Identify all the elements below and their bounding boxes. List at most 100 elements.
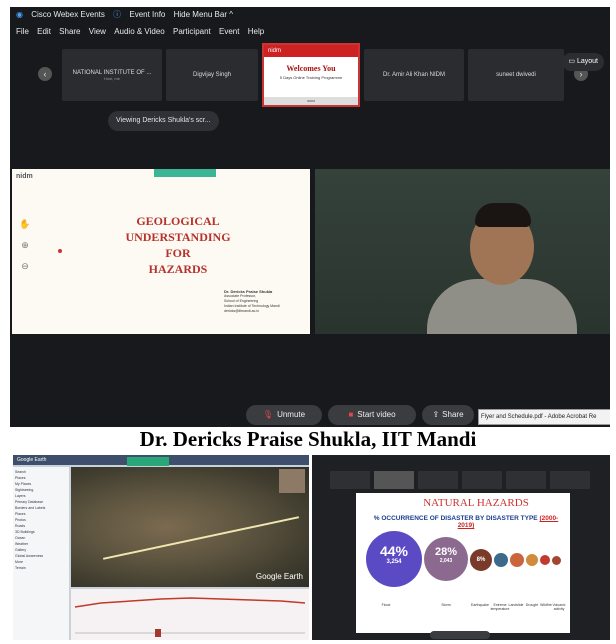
slide-toolbar: ✋ ⊕ ⊖ (12, 209, 38, 299)
elevation-profile (71, 589, 309, 640)
menu-event[interactable]: Event (219, 27, 239, 36)
participant-thumbnail-strip-small (312, 469, 610, 491)
slide-title-line: FOR (165, 246, 191, 260)
taskbar-tooltip: Flyer and Schedule.pdf - Adobe Acrobat R… (478, 409, 610, 425)
slide-title-line: GEOLOGICAL (136, 214, 220, 228)
welcome-slide-tile[interactable]: nidm Welcomes You 5 Days Online Training… (262, 43, 360, 107)
google-earth-screen: Google Earth Search Places My Places Sig… (13, 455, 309, 640)
participant-tile[interactable] (374, 471, 414, 489)
flood-percent: 44% (379, 543, 409, 559)
webex-meeting-window: ◉ Cisco Webex Events ⓘ Event Info Hide M… (10, 7, 610, 427)
share-label: Share (442, 410, 464, 419)
participant-tile-digvijay[interactable]: Digvijay Singh (166, 49, 258, 101)
layout-label: Layout (576, 58, 598, 65)
slide-title-line: HAZARDS (148, 262, 208, 276)
shared-slide: nidm ✋ ⊕ ⊖ GEOLOGICAL UNDERSTANDING FOR … (12, 169, 310, 334)
sidebar-line[interactable]: Terrain (15, 565, 67, 571)
participant-name: suneet dwivedi (496, 72, 536, 78)
storm-count: 2,043 (439, 558, 453, 564)
slide-author-block: Dr. Dericks Praise Shukla Associate Prof… (224, 289, 304, 314)
participant-name: Dr. Amir Ali Khan NIDM (382, 72, 445, 78)
speaker-video (315, 169, 610, 334)
meeting-controls-small[interactable] (430, 631, 490, 639)
presenter-camera-thumb (279, 469, 305, 493)
title-item-event-info[interactable]: Event Info (129, 10, 165, 19)
viewing-share-banner[interactable]: Viewing Dericks Shukla's scr... (108, 111, 219, 131)
flood-bubble: 44% 3,254 (366, 531, 422, 587)
unmute-button[interactable]: 🎙 Unmute (246, 405, 322, 425)
start-video-label: Start video (357, 410, 396, 419)
participant-tile[interactable] (330, 471, 370, 489)
zoom-out-icon[interactable]: ⊖ (12, 261, 38, 272)
hazard-label: Earthquake (471, 603, 489, 607)
welcome-subtitle: 5 Days Online Training Programme (279, 75, 343, 80)
temperature-bubble (494, 553, 508, 567)
layout-icon: ▭ (568, 58, 576, 65)
slide-logo: nidm (16, 173, 33, 180)
webex-logo-icon: ◉ (16, 10, 23, 19)
speaker-hair (475, 203, 531, 227)
title-bar: ◉ Cisco Webex Events ⓘ Event Info Hide M… (10, 7, 610, 23)
hazards-slide-title: NATURAL HAZARDS (423, 497, 529, 509)
earthquake-bubble: 8% (470, 549, 492, 571)
start-video-button[interactable]: ■ Start video (328, 405, 416, 425)
participant-tile[interactable] (462, 471, 502, 489)
hazard-label: Flood (381, 603, 391, 607)
hazard-label: Volcanic activity (552, 603, 566, 611)
google-earth-sidebar: Search Places My Places Sightseeing Laye… (13, 467, 69, 640)
info-icon: ⓘ (113, 10, 122, 19)
hazards-subtitle-text: % OCCURRENCE OF DISASTER BY DISASTER TYP… (373, 515, 538, 522)
menu-bar: File Edit Share View Audio & Video Parti… (10, 25, 610, 39)
menu-share[interactable]: Share (59, 27, 80, 36)
slide-header-chip (154, 169, 216, 177)
hazard-label: Storm (441, 603, 451, 607)
layout-button[interactable]: ▭ Layout (562, 53, 604, 71)
hazards-slide: NATURAL HAZARDS % OCCURRENCE OF DISASTER… (356, 493, 570, 633)
participant-name: Digvijay Singh (192, 72, 232, 78)
menu-participant[interactable]: Participant (173, 27, 211, 36)
speaker-body (427, 279, 577, 334)
flood-count: 3,254 (386, 559, 402, 565)
meeting-controls: 🎙 Unmute ■ Start video ⇪ Share Flyer and Sc… (10, 405, 610, 427)
slide-title-line: UNDERSTANDING (125, 230, 231, 244)
welcome-logo: nidm (264, 45, 358, 57)
menu-audio-video[interactable]: Audio & Video (114, 27, 165, 36)
presenter-chip (127, 457, 169, 466)
pointer-dot (58, 249, 62, 253)
welcome-title: Welcomes You (286, 64, 336, 73)
hand-icon[interactable]: ✋ (12, 219, 38, 230)
participant-tile-amir[interactable]: Dr. Amir Ali Khan NIDM (364, 49, 464, 101)
zoom-in-icon[interactable]: ⊕ (12, 240, 38, 251)
title-item-hide-menu[interactable]: Hide Menu Bar ^ (174, 10, 233, 19)
share-icon: ⇪ (432, 410, 440, 419)
natural-hazards-screen: NATURAL HAZARDS % OCCURRENCE OF DISASTER… (312, 455, 610, 640)
map-route (102, 516, 300, 560)
mic-off-icon: 🎙 (262, 410, 274, 419)
terrain-map[interactable]: Google Earth (71, 467, 309, 587)
slide-title: GEOLOGICAL UNDERSTANDING FOR HAZARDS (108, 213, 248, 277)
participant-role: Host, me (103, 75, 120, 81)
google-earth-watermark: Google Earth (255, 572, 303, 581)
menu-edit[interactable]: Edit (37, 27, 51, 36)
hazards-slide-subtitle: % OCCURRENCE OF DISASTER BY DISASTER TYP… (366, 515, 566, 529)
unmute-label: Unmute (277, 410, 306, 419)
drought-bubble (526, 554, 538, 566)
menu-file[interactable]: File (16, 27, 29, 36)
author-line: dericks@iitmandi.ac.in (224, 309, 260, 313)
landslide-bubble (510, 553, 524, 567)
participant-thumbnail-strip: ‹ NATIONAL INSTITUTE OF ... Host, me Dig… (10, 43, 610, 111)
speaker-caption: Dr. Dericks Praise Shukla, IIT Mandi (139, 427, 477, 451)
participant-tile[interactable] (550, 471, 590, 489)
participant-tile[interactable] (418, 471, 458, 489)
chevron-left-icon[interactable]: ‹ (38, 67, 52, 81)
menu-view[interactable]: View (89, 27, 106, 36)
menu-help[interactable]: Help (248, 27, 264, 36)
wildfire-bubble (540, 555, 550, 565)
participant-tile-host[interactable]: NATIONAL INSTITUTE OF ... Host, me (62, 49, 162, 101)
title-item-app: Cisco Webex Events (31, 10, 105, 19)
storm-bubble: 28% 2,043 (424, 537, 468, 581)
participant-tile[interactable] (506, 471, 546, 489)
share-button[interactable]: ⇪ Share (422, 405, 474, 425)
elevation-profile-graph (74, 597, 306, 637)
participant-tile-suneet[interactable]: suneet dwivedi (468, 49, 564, 101)
